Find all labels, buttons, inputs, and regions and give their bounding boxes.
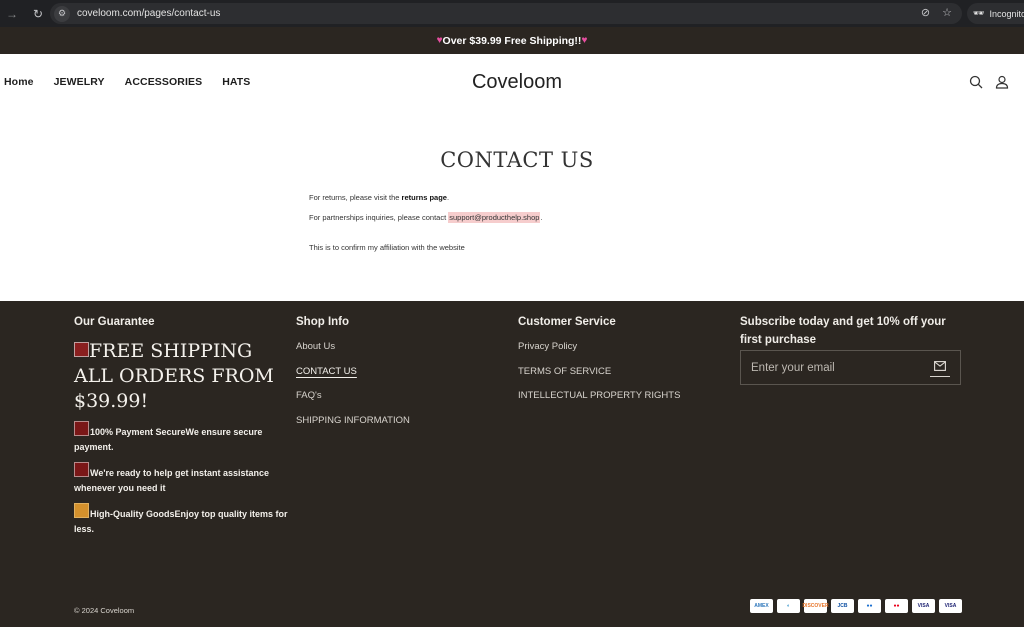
footer-link-terms-of-service[interactable]: TERMS OF SERVICE	[518, 366, 680, 378]
contact-body: For returns, please visit the returns pa…	[309, 193, 543, 263]
account-icon[interactable]	[995, 75, 1009, 89]
partners-paragraph: For partnerships inquiries, please conta…	[309, 212, 543, 223]
footer-link-privacy-policy[interactable]: Privacy Policy	[518, 341, 680, 353]
guarantee-item-text: High-Quality GoodsEnjoy top quality item…	[74, 509, 288, 534]
partners-suffix: .	[540, 213, 543, 222]
payment-icons: AMEX ◐ DISCOVER JCB ●● ●● VISA VISA	[750, 599, 962, 613]
reload-icon[interactable]: ↻	[31, 7, 45, 21]
shop-info-heading: Shop Info	[296, 316, 350, 328]
shop-info-column: Shop Info About Us CONTACT US FAQ's SHIP…	[296, 316, 410, 439]
envelope-icon	[934, 361, 946, 371]
free-shipping-banner: FREE SHIPPING ALL ORDERS FROM $39.99!	[74, 339, 289, 414]
payment-icon-mastercard: ●●	[885, 599, 908, 613]
headset-icon	[74, 462, 89, 477]
announcement-bar: ♥ Over $39.99 Free Shipping!! ♥	[0, 27, 1024, 54]
partners-text: For partnerships inquiries, please conta…	[309, 213, 449, 222]
browser-toolbar: → ↻ ⚙ coveloom.com/pages/contact-us ⊘ ☆ …	[0, 0, 1024, 27]
newsletter-email-input[interactable]	[741, 351, 921, 384]
guarantee-item-text: We're ready to help get instant assistan…	[74, 468, 270, 493]
site-footer: Our Guarantee FREE SHIPPING ALL ORDERS F…	[0, 301, 1024, 627]
footer-link-contact-us[interactable]: CONTACT US	[296, 366, 410, 378]
heart-icon: ♥	[581, 35, 588, 46]
quality-badge-icon	[74, 503, 89, 518]
eye-slash-icon[interactable]: ⊘	[921, 6, 930, 19]
returns-text: For returns, please visit the	[309, 193, 402, 202]
copyright: © 2024 Coveloom	[74, 606, 135, 615]
guarantee-heading: Our Guarantee	[74, 316, 155, 328]
site-settings-icon[interactable]: ⚙	[54, 5, 70, 22]
incognito-label: Incognito	[989, 8, 1024, 19]
url-text[interactable]: coveloom.com/pages/contact-us	[77, 8, 220, 19]
payment-icon-visa-electron: VISA	[939, 599, 962, 613]
shield-icon	[74, 421, 89, 436]
announcement-text: Over $39.99 Free Shipping!!	[442, 34, 582, 47]
guarantee-item: 100% Payment SecureWe ensure secure paym…	[74, 421, 289, 455]
site-header: Home JEWELRY ACCESSORIES HATS Coveloom	[0, 54, 1024, 110]
guarantee-item-text: 100% Payment SecureWe ensure secure paym…	[74, 427, 263, 452]
returns-paragraph: For returns, please visit the returns pa…	[309, 193, 543, 202]
payment-icon-maestro: ●●	[858, 599, 881, 613]
incognito-icon: 🕶	[973, 8, 985, 18]
payment-icon-american-express: AMEX	[750, 599, 773, 613]
guarantee-item: We're ready to help get instant assistan…	[74, 462, 289, 496]
search-icon[interactable]	[969, 75, 983, 89]
incognito-badge[interactable]: 🕶 Incognito	[967, 3, 1024, 24]
returns-suffix: .	[446, 193, 450, 202]
back-arrow-icon[interactable]: →	[5, 7, 19, 21]
newsletter-form	[740, 350, 961, 385]
guarantee-item: High-Quality GoodsEnjoy top quality item…	[74, 503, 289, 537]
footer-link-about-us[interactable]: About Us	[296, 341, 410, 353]
newsletter-column: Subscribe today and get 10% off your fir…	[740, 316, 962, 385]
payment-icon-visa: VISA	[912, 599, 935, 613]
payment-icon-discover: DISCOVER	[802, 599, 829, 613]
customer-service-heading: Customer Service	[518, 316, 616, 328]
footer-link-intellectual-property[interactable]: INTELLECTUAL PROPERTY RIGHTS	[518, 390, 680, 402]
support-email-link[interactable]: support@producthelp.shop	[448, 212, 541, 223]
footer-link-shipping-information[interactable]: SHIPPING INFORMATION	[296, 415, 410, 427]
newsletter-heading: Subscribe today and get 10% off your fir…	[740, 316, 946, 346]
customer-service-column: Customer Service Privacy Policy TERMS OF…	[518, 316, 680, 415]
guarantee-column: Our Guarantee FREE SHIPPING ALL ORDERS F…	[74, 316, 289, 537]
main-content: CONTACT US For returns, please visit the…	[0, 110, 1024, 301]
subscribe-button[interactable]	[930, 361, 950, 377]
site-logo[interactable]: Coveloom	[0, 71, 1024, 94]
footer-link-faqs[interactable]: FAQ's	[296, 390, 410, 402]
payment-icon-jcb: JCB	[831, 599, 854, 613]
returns-page-link[interactable]: returns page	[402, 193, 447, 202]
payment-icon-diners-club: ◐	[777, 599, 800, 613]
star-bookmark-icon[interactable]: ☆	[942, 6, 952, 19]
free-shipping-text: FREE SHIPPING ALL ORDERS FROM $39.99!	[74, 340, 274, 412]
page-title: CONTACT US	[440, 148, 594, 172]
shipping-badge-icon	[74, 342, 89, 357]
affiliation-text: This is to confirm my affiliation with t…	[309, 243, 465, 252]
address-bar[interactable]: ⚙ coveloom.com/pages/contact-us ⊘ ☆	[50, 3, 962, 24]
